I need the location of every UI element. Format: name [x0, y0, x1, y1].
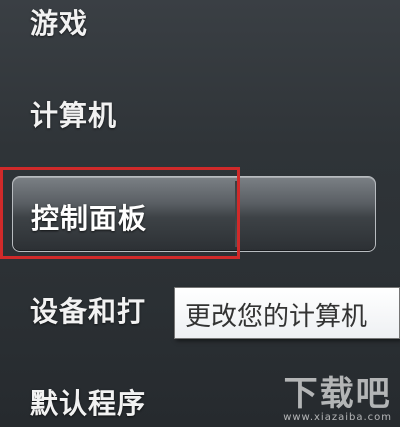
menu-item-computer[interactable]: 计算机 [30, 94, 117, 134]
watermark-logo: 下载吧 www.xiazaiba.com [283, 376, 392, 423]
menu-item-default-programs[interactable]: 默认程序 [30, 382, 146, 422]
menu-item-label: 默认程序 [30, 387, 147, 420]
menu-item-devices-and-printers[interactable]: 设备和打 [30, 290, 146, 330]
menu-item-games[interactable]: 游戏 [30, 2, 88, 42]
menu-item-label: 计算机 [30, 99, 118, 132]
menu-item-control-panel[interactable]: 控制面板 [12, 176, 376, 252]
menu-item-label: 控制面板 [31, 202, 148, 235]
tooltip: 更改您的计算机 [174, 287, 400, 339]
tooltip-text: 更改您的计算机 [185, 302, 368, 332]
watermark-sub: www.xiazaiba.com [283, 412, 392, 423]
button-divider [235, 181, 237, 247]
menu-item-label: 设备和打 [30, 295, 147, 328]
menu-item-label: 游戏 [30, 7, 89, 40]
watermark-main: 下载吧 [283, 374, 392, 414]
start-menu-right-pane: 游戏 计算机 控制面板 设备和打 更改您的计算机 默认程序 下载吧 www.xi… [0, 0, 400, 427]
